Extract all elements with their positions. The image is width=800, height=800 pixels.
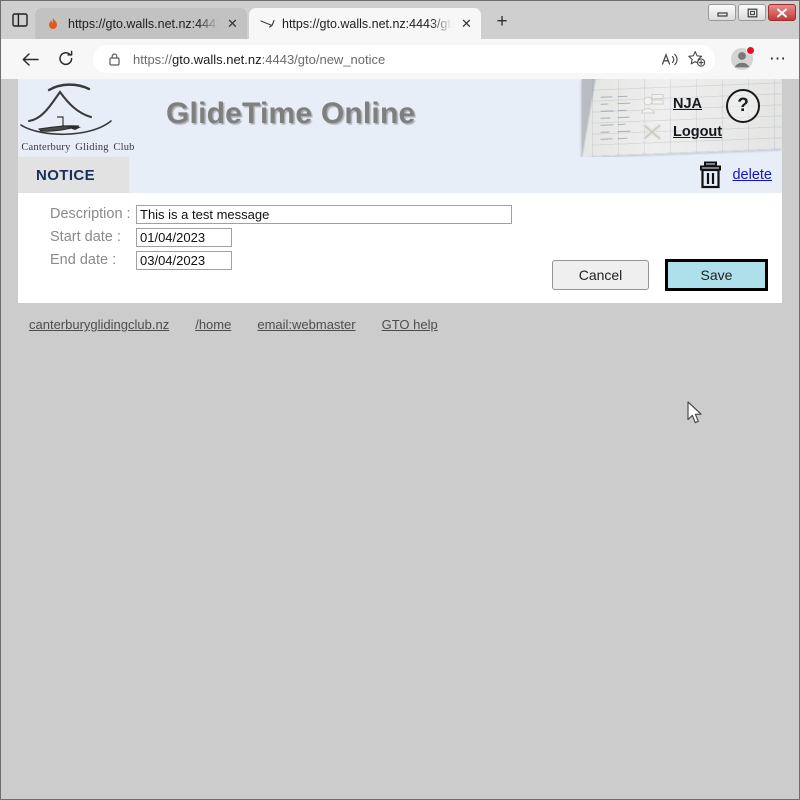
form-buttons: Cancel Save (552, 259, 768, 291)
form-row-start-date: Start date : (32, 226, 512, 248)
logo-word-canterbury: Canterbury (21, 142, 71, 153)
url-host: gto.walls.net.nz (172, 51, 262, 67)
footer-link-gto-help[interactable]: GTO help (382, 317, 438, 332)
footer-links: canterburyglidingclub.nz /home email:web… (18, 317, 782, 332)
help-icon[interactable]: ? (726, 89, 760, 123)
description-label: Description : (50, 206, 131, 222)
browser-tab-1[interactable]: https://gto.walls.net.nz:4443/gto ✕ (35, 8, 247, 39)
logo-word-gliding: Gliding (75, 142, 109, 153)
profile-alert-dot (746, 46, 755, 55)
app-tab-bar: NOTICE delete (18, 157, 782, 193)
form-row-end-date: End date : (32, 249, 512, 271)
notice-form-card: Description : Start date : End date : Ca… (18, 193, 782, 303)
glider-icon (259, 16, 275, 32)
mouse-cursor (687, 401, 705, 427)
tab-search-icon[interactable] (5, 5, 35, 35)
new-tab-button[interactable]: + (488, 8, 516, 36)
browser-tab-2-title: https://gto.walls.net.nz:4443/gto (282, 16, 454, 31)
form-row-description: Description : (32, 203, 512, 225)
flame-icon (45, 16, 61, 32)
start-date-label: Start date : (50, 229, 121, 245)
browser-toolbar: https://gto.walls.net.nz:4443/gto/new_no… (1, 39, 799, 79)
browser-tab-strip: https://gto.walls.net.nz:4443/gto ✕ http… (1, 1, 799, 39)
notice-actions: delete (698, 157, 772, 193)
address-bar-url: https://gto.walls.net.nz:4443/gto/new_no… (133, 52, 657, 67)
cancel-button[interactable]: Cancel (552, 260, 649, 290)
browser-tab-2[interactable]: https://gto.walls.net.nz:4443/gto ✕ (249, 8, 481, 39)
page-viewport: Canterbury Gliding Club GlideTime Online (1, 79, 799, 799)
footer-link-home[interactable]: /home (195, 317, 231, 332)
footer-link-webmaster[interactable]: email:webmaster (257, 317, 355, 332)
app-title: GlideTime Online (166, 97, 416, 130)
browser-tab-1-close-icon[interactable]: ✕ (224, 15, 241, 32)
browser-tab-2-close-icon[interactable]: ✕ (458, 15, 475, 32)
maximize-button[interactable] (738, 4, 766, 21)
lock-icon (105, 52, 123, 67)
browser-tab-1-title: https://gto.walls.net.nz:4443/gto (68, 16, 220, 31)
end-date-label: End date : (50, 252, 117, 268)
trash-can-icon[interactable] (698, 161, 724, 189)
close-button[interactable] (768, 4, 796, 21)
start-date-input[interactable] (136, 227, 232, 247)
save-button[interactable]: Save (665, 259, 768, 291)
add-favorite-icon[interactable] (683, 46, 709, 72)
window-controls (708, 4, 796, 21)
x-cross-icon (639, 121, 665, 143)
browser-window: https://gto.walls.net.nz:4443/gto ✕ http… (0, 0, 800, 800)
header-user-row: NJA (639, 93, 702, 115)
site-header: Canterbury Gliding Club GlideTime Online (18, 79, 782, 157)
more-options-icon[interactable]: ⋯ (765, 50, 791, 67)
club-logo-caption: Canterbury Gliding Club (21, 142, 135, 153)
reload-icon[interactable] (51, 44, 81, 74)
header-logout-link[interactable]: Logout (673, 124, 722, 140)
header-links: NJA Logout ? (581, 79, 766, 157)
end-date-input[interactable] (136, 250, 232, 270)
header-logout-row: Logout (639, 121, 722, 143)
address-bar[interactable]: https://gto.walls.net.nz:4443/gto/new_no… (93, 45, 715, 73)
header-user-link[interactable]: NJA (673, 96, 702, 112)
back-arrow-icon[interactable] (15, 44, 45, 74)
profile-avatar-icon[interactable] (729, 46, 755, 72)
club-logo: Canterbury Gliding Club (19, 81, 137, 155)
user-card-icon (639, 93, 665, 115)
description-input[interactable] (136, 204, 512, 224)
logo-word-club: Club (113, 142, 135, 153)
url-path: :4443/gto/new_notice (261, 51, 386, 67)
minimize-button[interactable] (708, 4, 736, 21)
footer-link-website[interactable]: canterburyglidingclub.nz (29, 317, 169, 332)
delete-link[interactable]: delete (732, 167, 772, 183)
tab-notice[interactable]: NOTICE (18, 157, 130, 193)
read-aloud-icon[interactable] (657, 46, 683, 72)
notice-form: Description : Start date : End date : (32, 203, 512, 272)
url-prefix: https:// (133, 51, 173, 67)
